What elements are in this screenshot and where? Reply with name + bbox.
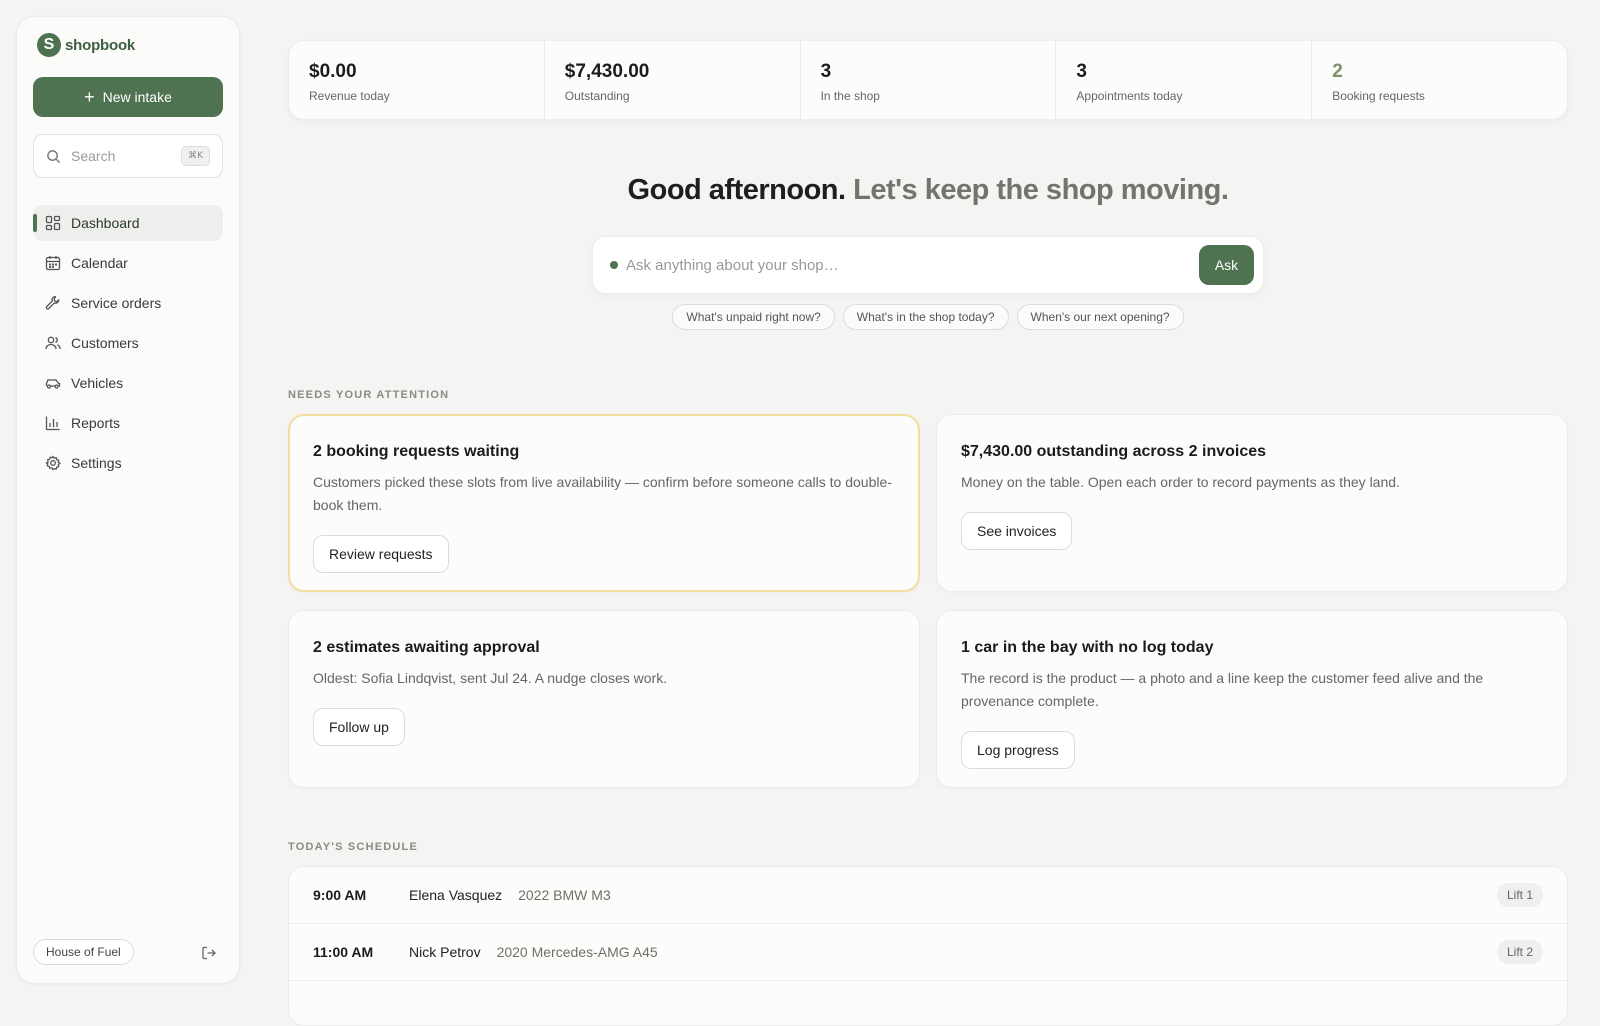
schedule-vehicle: 2020 Mercedes-AMG A45 xyxy=(496,944,658,960)
card-title: $7,430.00 outstanding across 2 invoices xyxy=(961,443,1267,460)
stats-bar: $0.00 Revenue today $7,430.00 Outstandin… xyxy=(288,40,1568,120)
sidebar-item-reports[interactable]: Reports xyxy=(33,405,223,441)
stat-value: $0.00 xyxy=(309,61,357,82)
schedule-row[interactable]: 11:00 AM Nick Petrov 2020 Mercedes-AMG A… xyxy=(289,924,1567,981)
plus-icon: + xyxy=(84,87,95,107)
schedule-customer: Nick Petrov xyxy=(409,944,481,960)
card-title: 2 booking requests waiting xyxy=(313,443,520,460)
sidebar-item-customers[interactable]: Customers xyxy=(33,325,223,361)
attention-card-no-log: 1 car in the bay with no log today The r… xyxy=(936,610,1568,788)
new-intake-button[interactable]: + New intake xyxy=(33,77,223,117)
follow-up-button[interactable]: Follow up xyxy=(313,708,405,746)
status-dot-icon xyxy=(610,261,618,269)
lift-badge: Lift 2 xyxy=(1496,940,1543,964)
stat-appointments-today[interactable]: 3 Appointments today xyxy=(1056,41,1313,119)
brand-logo[interactable]: S shopbook xyxy=(37,33,135,57)
stat-revenue-today[interactable]: $0.00 Revenue today xyxy=(289,41,545,119)
ask-bar: Ask xyxy=(592,236,1264,294)
new-intake-label: New intake xyxy=(102,89,172,105)
logout-icon[interactable] xyxy=(201,945,217,961)
attention-card-outstanding-invoices: $7,430.00 outstanding across 2 invoices … xyxy=(936,414,1568,592)
stat-value: 3 xyxy=(1076,61,1087,82)
stat-label: Booking requests xyxy=(1332,89,1425,103)
schedule-list: 9:00 AM Elena Vasquez 2022 BMW M3 Lift 1… xyxy=(288,866,1568,1026)
ask-input[interactable] xyxy=(626,256,1199,274)
wrench-icon xyxy=(45,295,61,311)
stat-value: 3 xyxy=(820,61,832,82)
stat-outstanding[interactable]: $7,430.00 Outstanding xyxy=(545,41,801,119)
lift-badge: Lift 1 xyxy=(1496,883,1543,907)
suggestion-chip[interactable]: What's in the shop today? xyxy=(842,304,1009,330)
users-icon xyxy=(45,335,61,351)
sidebar-item-label: Calendar xyxy=(71,255,128,271)
see-invoices-button[interactable]: See invoices xyxy=(961,512,1073,550)
brand-name: shopbook xyxy=(65,36,136,54)
greeting-sub: Let's keep the shop moving. xyxy=(853,174,1229,206)
page-greeting: Good afternoon. Let's keep the shop movi… xyxy=(288,174,1568,207)
schedule-customer: Elena Vasquez xyxy=(409,887,503,903)
search-input[interactable] xyxy=(71,148,171,164)
log-progress-button[interactable]: Log progress xyxy=(961,731,1075,769)
sidebar-item-label: Settings xyxy=(71,455,122,471)
sidebar-item-label: Customers xyxy=(71,335,139,351)
card-title: 1 car in the bay with no log today xyxy=(961,639,1214,656)
schedule-time: 11:00 AM xyxy=(313,944,374,960)
gear-icon xyxy=(45,455,61,471)
sidebar-item-label: Dashboard xyxy=(71,215,140,231)
search-shortcut-hint: ⌘K xyxy=(181,146,210,166)
stat-label: Revenue today xyxy=(309,89,390,103)
stat-label: Outstanding xyxy=(564,89,630,103)
dashboard-icon xyxy=(45,215,61,231)
sidebar-item-settings[interactable]: Settings xyxy=(33,445,223,481)
sidebar-item-dashboard[interactable]: Dashboard xyxy=(33,205,223,241)
stat-booking-requests[interactable]: 2 Booking requests xyxy=(1312,41,1567,119)
sidebar-item-label: Vehicles xyxy=(71,375,124,391)
sidebar-item-calendar[interactable]: Calendar xyxy=(33,245,223,281)
sidebar-search[interactable]: ⌘K xyxy=(33,134,223,178)
stat-in-the-shop[interactable]: 3 In the shop xyxy=(801,41,1057,119)
sidebar-item-service-orders[interactable]: Service orders xyxy=(33,285,223,321)
stat-label: Appointments today xyxy=(1076,89,1183,103)
stat-label: In the shop xyxy=(820,89,880,103)
suggestion-chip[interactable]: What's unpaid right now? xyxy=(672,304,835,330)
sidebar: S shopbook + New intake ⌘K Dashboard Cal… xyxy=(16,16,240,984)
attention-section-label: NEEDS YOUR ATTENTION xyxy=(288,389,450,401)
sidebar-item-label: Reports xyxy=(71,415,121,431)
stat-value: 2 xyxy=(1332,61,1343,82)
suggestion-chips: What's unpaid right now? What's in the s… xyxy=(288,304,1568,330)
bar-chart-icon xyxy=(45,415,61,431)
greeting-main: Good afternoon. xyxy=(627,174,847,206)
sidebar-item-vehicles[interactable]: Vehicles xyxy=(33,365,223,401)
attention-card-booking-requests: 2 booking requests waiting Customers pic… xyxy=(288,414,920,592)
card-description: Customers picked these slots from live a… xyxy=(313,474,892,513)
sidebar-item-label: Service orders xyxy=(71,295,162,311)
card-title: 2 estimates awaiting approval xyxy=(313,639,540,656)
review-requests-button[interactable]: Review requests xyxy=(313,535,449,573)
card-description: Oldest: Sofia Lindqvist, sent Jul 24. A … xyxy=(313,670,668,686)
schedule-row[interactable]: 9:00 AM Elena Vasquez 2022 BMW M3 Lift 1 xyxy=(289,867,1567,924)
ask-button[interactable]: Ask xyxy=(1199,245,1254,285)
workspace-badge[interactable]: House of Fuel xyxy=(33,939,134,965)
schedule-section-label: TODAY'S SCHEDULE xyxy=(288,841,419,853)
shopbook-logo-icon: S xyxy=(37,33,61,57)
card-description: Money on the table. Open each order to r… xyxy=(961,474,1400,490)
schedule-vehicle: 2022 BMW M3 xyxy=(518,887,611,903)
search-icon xyxy=(47,149,61,163)
card-description: The record is the product — a photo and … xyxy=(961,670,1484,709)
schedule-time: 9:00 AM xyxy=(313,887,367,903)
car-icon xyxy=(45,375,61,391)
calendar-icon xyxy=(45,255,61,271)
suggestion-chip[interactable]: When's our next opening? xyxy=(1016,304,1184,330)
sidebar-nav: Dashboard Calendar Service orders Custom… xyxy=(33,205,223,485)
attention-card-estimates: 2 estimates awaiting approval Oldest: So… xyxy=(288,610,920,788)
stat-value: $7,430.00 xyxy=(564,61,650,82)
